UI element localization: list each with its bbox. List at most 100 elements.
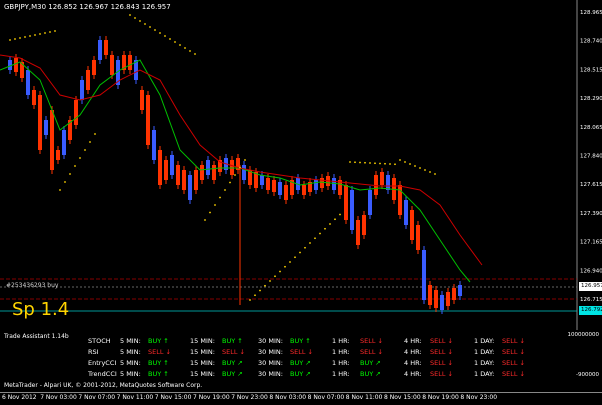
ta-timeframe-label: 5 MIN: bbox=[120, 370, 141, 378]
ta-signal-buy: BUY ↗ bbox=[360, 370, 381, 378]
sar-dot bbox=[139, 20, 141, 22]
candle-body bbox=[320, 178, 324, 188]
sar-dot bbox=[314, 237, 316, 240]
sar-dot bbox=[334, 218, 336, 221]
candle-body bbox=[386, 175, 390, 190]
ta-timeframe-label: 5 MIN: bbox=[120, 359, 141, 367]
price-axis-label: 127.840 bbox=[580, 154, 602, 160]
ta-signal-sell: SELL ↓ bbox=[430, 359, 453, 367]
sar-dot bbox=[159, 32, 161, 34]
candle-body bbox=[176, 165, 180, 185]
indicator-scale-top: 100000000 bbox=[567, 332, 600, 338]
sar-dot bbox=[234, 174, 236, 176]
candle-body bbox=[182, 170, 186, 190]
time-axis-label: 8 Nov 07:00 bbox=[307, 394, 345, 401]
sar-dot bbox=[64, 181, 66, 183]
candle-body bbox=[152, 130, 156, 160]
ta-timeframe-label: 1 DAY: bbox=[474, 370, 495, 378]
ta-timeframe-label: 5 MIN: bbox=[120, 348, 141, 356]
sar-dot bbox=[74, 165, 76, 167]
sar-dot bbox=[34, 34, 36, 36]
sar-dot bbox=[149, 26, 151, 28]
sar-dot bbox=[389, 163, 391, 165]
sar-dot bbox=[319, 232, 321, 235]
indicator-title: Trade Assistant 1.14b bbox=[4, 333, 69, 340]
price-axis-label: 128.065 bbox=[580, 125, 602, 131]
price-axis-label: 128.515 bbox=[580, 67, 602, 73]
candle-body bbox=[272, 180, 276, 192]
candle-body bbox=[56, 150, 60, 160]
ta-timeframe-label: 1 HR: bbox=[332, 359, 350, 367]
chart-canvas[interactable]: 128.965 128.740 128.515 128.290 128.065 127.8… bbox=[0, 0, 602, 330]
sar-dot bbox=[189, 50, 191, 52]
ta-timeframe-label: 1 DAY: bbox=[474, 348, 495, 356]
sar-dot bbox=[279, 270, 281, 273]
time-axis-label: 7 Nov 03:00 bbox=[40, 394, 77, 401]
sar-dot bbox=[429, 171, 431, 173]
ta-timeframe-label: 1 HR: bbox=[332, 337, 350, 345]
ta-signal-buy: BUY ↗ bbox=[222, 370, 243, 378]
sar-dot bbox=[259, 289, 261, 292]
ta-signal-sell: SELL ↓ bbox=[430, 348, 453, 356]
sar-dot bbox=[424, 169, 426, 171]
sar-dot bbox=[384, 162, 386, 165]
ta-signal-sell: SELL ↓ bbox=[502, 359, 525, 367]
time-axis-label: 7 Nov 23:00 bbox=[231, 394, 268, 401]
candle-body bbox=[278, 182, 282, 195]
sar-dot bbox=[289, 261, 291, 263]
sar-dot bbox=[414, 165, 416, 167]
trade-assistant-panel[interactable]: Trade Assistant 1.14b 100000000 -900000 … bbox=[0, 330, 602, 380]
time-axis-label: 8 Nov 19:00 bbox=[422, 394, 459, 401]
candle-body bbox=[50, 110, 54, 170]
sar-dot bbox=[399, 159, 401, 161]
ta-timeframe-label: 30 MIN: bbox=[258, 370, 283, 378]
sar-dot bbox=[164, 35, 166, 37]
sar-dot bbox=[364, 161, 366, 164]
price-axis-label: 127.390 bbox=[580, 211, 602, 217]
ma-fast-line bbox=[0, 59, 471, 283]
sar-dot bbox=[359, 161, 361, 164]
sar-dot bbox=[94, 133, 96, 135]
time-axis-label: 8 Nov 03:00 bbox=[269, 394, 307, 401]
sar-dot bbox=[244, 159, 246, 161]
ta-signal-sell: SELL ↓ bbox=[502, 348, 525, 356]
candle-body bbox=[344, 185, 348, 220]
sar-dot bbox=[329, 223, 331, 225]
ta-signal-buy: BUY ↑ bbox=[290, 337, 311, 345]
ta-timeframe-label: 30 MIN: bbox=[258, 337, 283, 345]
candle-body bbox=[92, 60, 96, 75]
sar-dot bbox=[324, 227, 326, 230]
sar-dot bbox=[339, 213, 341, 216]
candle-body bbox=[422, 250, 426, 300]
time-axis-label: 6 Nov 2012 bbox=[2, 394, 37, 401]
time-axis-label: 7 Nov 07:00 bbox=[78, 394, 116, 401]
sar-dot bbox=[154, 29, 156, 31]
ta-timeframe-label: 4 HR: bbox=[404, 337, 422, 345]
ta-timeframe-label: 15 MIN: bbox=[190, 337, 215, 345]
candle-body bbox=[458, 285, 462, 296]
ta-indicator-name: EntryCCI bbox=[88, 359, 117, 367]
sar-dot bbox=[349, 161, 351, 163]
candle-body bbox=[302, 185, 306, 195]
price-chart[interactable]: 128.965 128.740 128.515 128.290 128.065 127.8… bbox=[0, 0, 602, 330]
sar-dot bbox=[224, 189, 226, 191]
candle-body bbox=[446, 292, 450, 306]
sar-dot bbox=[404, 161, 406, 163]
ta-signal-buy: BUY ↗ bbox=[290, 359, 311, 367]
ta-signal-sell: SELL ↓ bbox=[148, 348, 171, 356]
time-axis-label: 7 Nov 19:00 bbox=[193, 394, 230, 401]
candle-body bbox=[284, 185, 288, 200]
candle-body bbox=[428, 285, 432, 305]
ta-signal-sell: SELL ↓ bbox=[502, 370, 525, 378]
ta-indicator-name: RSI bbox=[88, 348, 99, 356]
sar-dot bbox=[214, 204, 216, 206]
ta-signal-buy: BUY ↑ bbox=[148, 337, 169, 345]
candle-body bbox=[26, 70, 30, 95]
sar-dot bbox=[54, 30, 56, 32]
sar-dot bbox=[59, 189, 61, 191]
bid-price-tag: 126.957 bbox=[579, 282, 602, 291]
ta-timeframe-label: 1 HR: bbox=[332, 370, 350, 378]
candle-body bbox=[44, 120, 48, 135]
sar-dot bbox=[184, 47, 186, 49]
copyright-text: MetaTrader - Alpari UK, © 2001-2012, Met… bbox=[4, 382, 203, 389]
